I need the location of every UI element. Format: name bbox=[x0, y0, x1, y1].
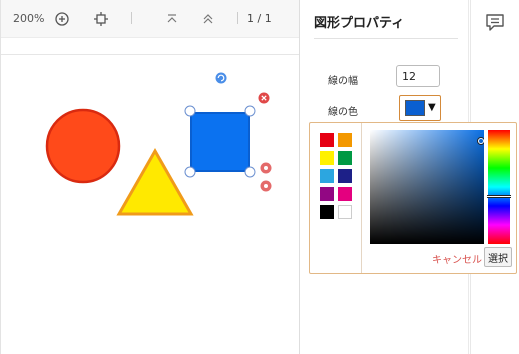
toolbar-divider bbox=[131, 12, 132, 24]
bring-forward-icon[interactable] bbox=[260, 162, 272, 174]
select-button[interactable]: 選択 bbox=[484, 247, 512, 267]
panel-divider bbox=[314, 38, 458, 39]
sv-cursor[interactable] bbox=[477, 138, 484, 145]
sv-black-layer bbox=[370, 130, 484, 244]
rotate-icon[interactable] bbox=[215, 72, 227, 84]
preset-color-swatch[interactable] bbox=[338, 133, 352, 147]
preset-color-swatch[interactable] bbox=[320, 187, 334, 201]
line-width-label: 線の幅 bbox=[328, 76, 358, 87]
line-width-input[interactable] bbox=[396, 65, 440, 87]
canvas-shapes bbox=[45, 72, 272, 216]
send-backward-icon[interactable] bbox=[260, 180, 272, 192]
fit-page-icon[interactable] bbox=[93, 11, 109, 27]
first-page-icon[interactable] bbox=[165, 12, 179, 26]
preset-color-swatch[interactable] bbox=[338, 187, 352, 201]
preset-color-swatch[interactable] bbox=[338, 169, 352, 183]
preset-color-swatch[interactable] bbox=[320, 151, 334, 165]
hue-slider[interactable] bbox=[487, 130, 511, 244]
picker-divider bbox=[361, 123, 362, 273]
saturation-value-area[interactable] bbox=[370, 130, 484, 244]
page-indicator: 1 / 1 bbox=[247, 12, 272, 25]
line-color-button[interactable]: ▼ bbox=[399, 95, 441, 121]
zoom-in-icon[interactable] bbox=[53, 10, 71, 28]
hue-slider-handle[interactable] bbox=[487, 195, 511, 199]
drawing-canvas[interactable] bbox=[1, 54, 299, 354]
resize-handle[interactable] bbox=[244, 105, 256, 117]
pdf-viewer: 200% 1 / 1 bbox=[0, 0, 299, 354]
resize-handle[interactable] bbox=[244, 166, 256, 178]
line-color-label: 線の色 bbox=[328, 107, 358, 118]
color-picker-popup: キャンセル 選択 bbox=[309, 122, 517, 274]
triangle-shape[interactable] bbox=[116, 147, 194, 216]
circle-shape[interactable] bbox=[45, 108, 121, 184]
comment-icon[interactable] bbox=[485, 13, 505, 33]
preset-color-swatch[interactable] bbox=[338, 151, 352, 165]
rectangle-shape[interactable] bbox=[190, 112, 250, 172]
dropdown-arrow-icon: ▼ bbox=[428, 102, 436, 113]
zoom-level[interactable]: 200% bbox=[13, 9, 44, 29]
line-color-swatch bbox=[405, 100, 425, 116]
toolbar-divider bbox=[237, 12, 238, 24]
preset-color-swatch[interactable] bbox=[338, 205, 352, 219]
preset-color-swatch[interactable] bbox=[320, 169, 334, 183]
previous-page-icon[interactable] bbox=[201, 12, 215, 26]
resize-handle[interactable] bbox=[184, 105, 196, 117]
cancel-button[interactable]: キャンセル bbox=[432, 251, 482, 266]
delete-icon[interactable] bbox=[258, 92, 270, 104]
viewer-toolbar: 200% 1 / 1 bbox=[1, 0, 299, 38]
resize-handle[interactable] bbox=[184, 166, 196, 178]
panel-title: 図形プロパティ bbox=[314, 16, 405, 31]
preset-color-swatch[interactable] bbox=[320, 133, 334, 147]
preset-color-swatch[interactable] bbox=[320, 205, 334, 219]
